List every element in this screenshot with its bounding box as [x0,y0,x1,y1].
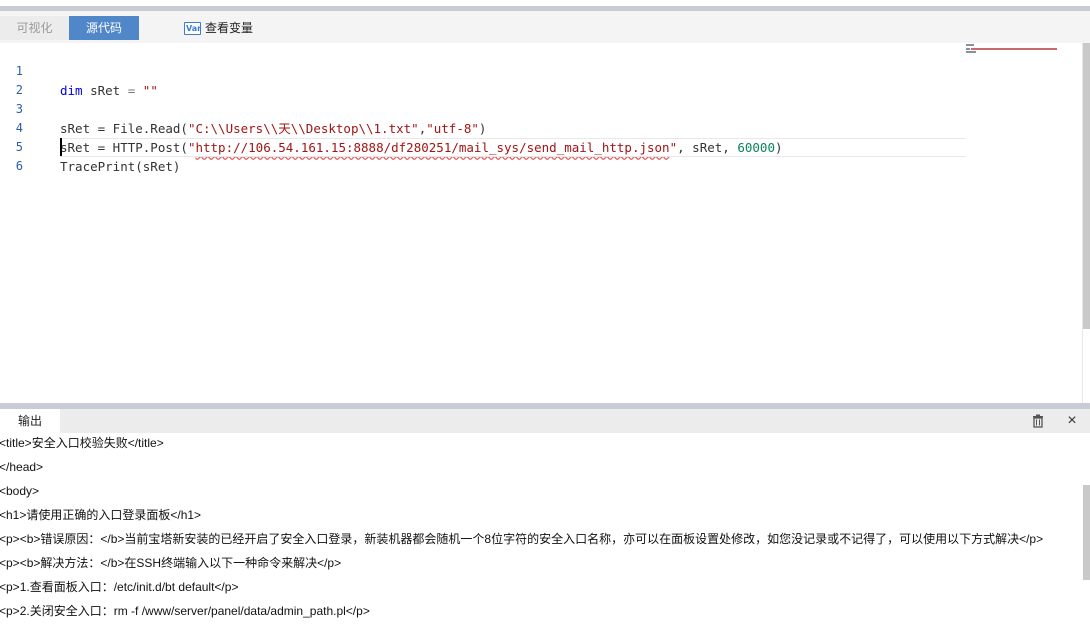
top-strip [0,0,1090,11]
close-icon[interactable]: × [1064,410,1080,432]
tab-output[interactable]: 输出 [0,409,60,433]
line-number: 6 [15,159,23,173]
output-line: <p><b>解决方法：</b>在SSH终端输入以下一种命令来解决</p> [0,556,342,570]
code-text: TracePrint(sRet) [60,159,181,174]
code-line-3: 3 sRet = File.Read("C:\\Users\\天\\Deskto… [0,81,1000,136]
text-caret [60,138,62,156]
editor-tabbar: 可视化 源代码 查看变量 [0,11,1090,44]
trash-icon[interactable] [1030,413,1046,429]
output-header: 输出 × [0,409,1090,433]
minimap[interactable] [966,43,1061,57]
code-line-5: 5 TracePrint(sRet) [0,119,1000,174]
output-scrollbar[interactable] [1083,485,1090,580]
output-line: <h1>请使用正确的入口登录面板</h1> [0,508,202,522]
output-line: </head> [0,460,44,474]
code-line-1: 1 dim sRet = "" [0,43,1000,98]
variable-icon [184,21,201,35]
code-line-2: 2 [0,62,1000,97]
tab-source[interactable]: 源代码 [69,16,139,40]
code-line-6: 6 [0,138,1000,173]
output-line: <body> [0,484,40,498]
code-line-4: 4 sRet = HTTP.Post("http://106.54.161.15… [0,100,1000,155]
output-panel[interactable]: <title>安全入口校验失败</title> </head> <body> <… [0,433,1090,630]
output-line: <title>安全入口校验失败</title> [0,436,164,450]
tab-visual[interactable]: 可视化 [0,16,69,40]
output-line: <p>2.关闭安全入口：rm -f /www/server/panel/data… [0,604,370,618]
code-editor[interactable]: 1 dim sRet = "" 2 3 sRet = File.Read("C:… [0,43,1090,403]
output-line: <p>1.查看面板入口：/etc/init.d/bt default</p> [0,580,239,594]
view-variables-label: 查看变量 [205,21,254,35]
output-line: <p><b>错误原因：</b>当前宝塔新安装的已经开启了安全入口登录，新装机器都… [0,532,1044,546]
view-variables-button[interactable]: 查看变量 [184,17,253,39]
editor-scrollbar[interactable] [1083,43,1090,329]
